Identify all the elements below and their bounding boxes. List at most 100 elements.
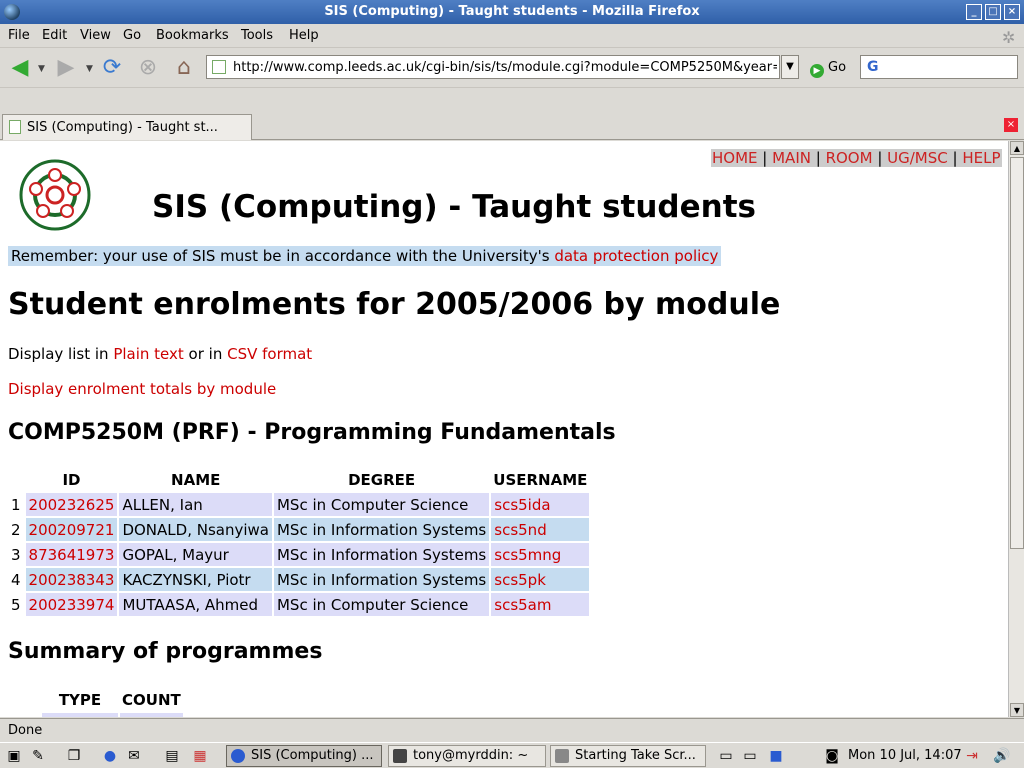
username-link[interactable]: scs5nd <box>494 521 546 539</box>
scroll-down-icon[interactable]: ▼ <box>1010 703 1024 717</box>
vertical-scrollbar[interactable]: ▲ ▼ <box>1008 141 1024 717</box>
row-index: 4 <box>8 568 24 591</box>
workspace-3-icon[interactable]: ■ <box>766 747 786 765</box>
mail-launcher-icon[interactable]: ✉ <box>124 747 144 765</box>
status-bar: Done <box>0 718 1024 740</box>
task-label: SIS (Computing) ... <box>251 748 374 763</box>
task-firefox[interactable]: SIS (Computing) ... <box>226 745 382 767</box>
stop-icon[interactable]: ⊗ <box>134 54 162 82</box>
workspace-1-icon[interactable]: ▭ <box>716 747 736 765</box>
plain-text-link[interactable]: Plain text <box>113 345 183 363</box>
student-name: DONALD, Nsanyiwa <box>119 518 272 541</box>
summary-cell <box>120 713 183 717</box>
module-title: COMP5250M (PRF) - Programming Fundamenta… <box>8 420 616 445</box>
url-input[interactable]: http://www.comp.leeds.ac.uk/cgi-bin/sis/… <box>206 55 780 79</box>
terminal-launcher-icon[interactable]: ▤ <box>162 747 182 765</box>
terminal-task-icon <box>393 749 407 763</box>
taskbar: ▣ ✎ ❐ ● ✉ ▤ ▦ SIS (Computing) ... tony@m… <box>0 742 1024 768</box>
camera-task-icon <box>555 749 569 763</box>
forward-arrow-icon[interactable]: ▶ <box>52 54 80 82</box>
task-terminal[interactable]: tony@myrddin: ~ <box>388 745 546 767</box>
table-row: 3 873641973 GOPAL, Mayur MSc in Informat… <box>8 543 590 566</box>
menu-file[interactable]: File <box>8 28 30 43</box>
site-favicon-icon <box>212 60 226 74</box>
row-index: 2 <box>8 518 24 541</box>
menu-tools[interactable]: Tools <box>241 28 273 43</box>
separator: | <box>947 149 963 167</box>
google-search-icon: G <box>867 59 879 75</box>
workspace-2-icon[interactable]: ▭ <box>740 747 760 765</box>
menu-launcher-icon[interactable]: ▣ <box>4 747 24 765</box>
scroll-thumb[interactable] <box>1010 157 1024 549</box>
clock: Mon 10 Jul, 14:07 <box>848 748 962 763</box>
row-index: 5 <box>8 593 24 616</box>
reload-icon[interactable]: ⟳ <box>98 54 126 82</box>
username-link[interactable]: scs5pk <box>494 571 546 589</box>
site-title: SIS (Computing) - Taught students <box>152 189 756 225</box>
logout-icon[interactable]: ⇥ <box>962 747 982 765</box>
forward-dropdown-icon[interactable]: ▼ <box>86 64 93 74</box>
volume-icon[interactable]: 🔊 <box>992 747 1012 765</box>
table-header-row: ID NAME DEGREE USERNAME <box>8 469 589 491</box>
student-degree: MSc in Information Systems <box>273 518 490 541</box>
header-id: ID <box>62 471 81 489</box>
menu-view[interactable]: View <box>80 28 111 43</box>
student-degree: MSc in Computer Science <box>273 593 490 616</box>
student-name: ALLEN, Ian <box>119 493 272 516</box>
task-label: Starting Take Scr... <box>575 748 696 763</box>
editor-launcher-icon[interactable]: ✎ <box>28 747 48 765</box>
data-protection-link[interactable]: data protection policy <box>554 247 718 265</box>
student-id-link[interactable]: 200233974 <box>29 596 115 614</box>
page-title: Student enrolments for 2005/2006 by modu… <box>8 287 781 322</box>
camera-icon[interactable]: ◙ <box>822 747 842 765</box>
display-options: Display list in Plain text or in CSV for… <box>8 345 312 363</box>
link-main[interactable]: MAIN <box>772 149 811 167</box>
scroll-up-icon[interactable]: ▲ <box>1010 141 1024 155</box>
menu-edit[interactable]: Edit <box>42 28 67 43</box>
task-screenshot[interactable]: Starting Take Scr... <box>550 745 706 767</box>
browser-launcher-icon[interactable]: ● <box>100 747 120 765</box>
tab-label: SIS (Computing) - Taught st... <box>27 120 218 135</box>
link-room[interactable]: ROOM <box>826 149 873 167</box>
home-icon[interactable]: ⌂ <box>170 54 198 82</box>
back-dropdown-icon[interactable]: ▼ <box>38 64 45 74</box>
page-content: HOME | MAIN | ROOM | UG/MSC | HELP SIS (… <box>0 141 1008 717</box>
menu-go[interactable]: Go <box>123 28 141 43</box>
link-home[interactable]: HOME <box>712 149 758 167</box>
search-input[interactable]: G <box>860 55 1018 79</box>
tab-sis[interactable]: SIS (Computing) - Taught st... <box>2 114 252 140</box>
url-history-dropdown[interactable]: ▼ <box>781 55 799 79</box>
link-ug-msc[interactable]: UG/MSC <box>887 149 948 167</box>
table-row: 4 200238343 KACZYNSKI, Piotr MSc in Info… <box>8 568 590 591</box>
student-id-link[interactable]: 200238343 <box>29 571 115 589</box>
student-id-link[interactable]: 200209721 <box>29 521 115 539</box>
data-protection-banner: Remember: your use of SIS must be in acc… <box>8 246 722 266</box>
summary-table: TYPE COUNT <box>40 687 185 717</box>
totals-line: Display enrolment totals by module <box>8 380 276 398</box>
files-launcher-icon[interactable]: ❐ <box>64 747 84 765</box>
student-id-link[interactable]: 873641973 <box>29 546 115 564</box>
close-window-button[interactable]: × <box>1004 4 1020 20</box>
close-tab-icon[interactable]: × <box>1004 118 1018 132</box>
minimize-button[interactable]: _ <box>966 4 982 20</box>
separator: | <box>872 149 888 167</box>
student-degree: MSc in Information Systems <box>273 543 490 566</box>
username-link[interactable]: scs5ida <box>494 496 550 514</box>
username-link[interactable]: scs5am <box>494 596 551 614</box>
back-arrow-icon[interactable]: ◀ <box>6 54 34 82</box>
menu-bookmarks[interactable]: Bookmarks <box>156 28 229 43</box>
maximize-button[interactable]: □ <box>985 4 1001 20</box>
student-id-link[interactable]: 200232625 <box>29 496 115 514</box>
display-middle: or in <box>183 345 228 363</box>
link-help[interactable]: HELP <box>962 149 1000 167</box>
student-degree: MSc in Computer Science <box>273 493 490 516</box>
firefox-task-icon <box>231 749 245 763</box>
username-link[interactable]: scs5mng <box>494 546 561 564</box>
app-launcher-icon[interactable]: ▦ <box>190 747 210 765</box>
enrolment-totals-link[interactable]: Display enrolment totals by module <box>8 380 276 398</box>
row-index: 1 <box>8 493 24 516</box>
go-button[interactable]: ▶ Go <box>810 60 846 78</box>
student-name: MUTAASA, Ahmed <box>119 593 272 616</box>
csv-format-link[interactable]: CSV format <box>227 345 312 363</box>
menu-help[interactable]: Help <box>289 28 319 43</box>
